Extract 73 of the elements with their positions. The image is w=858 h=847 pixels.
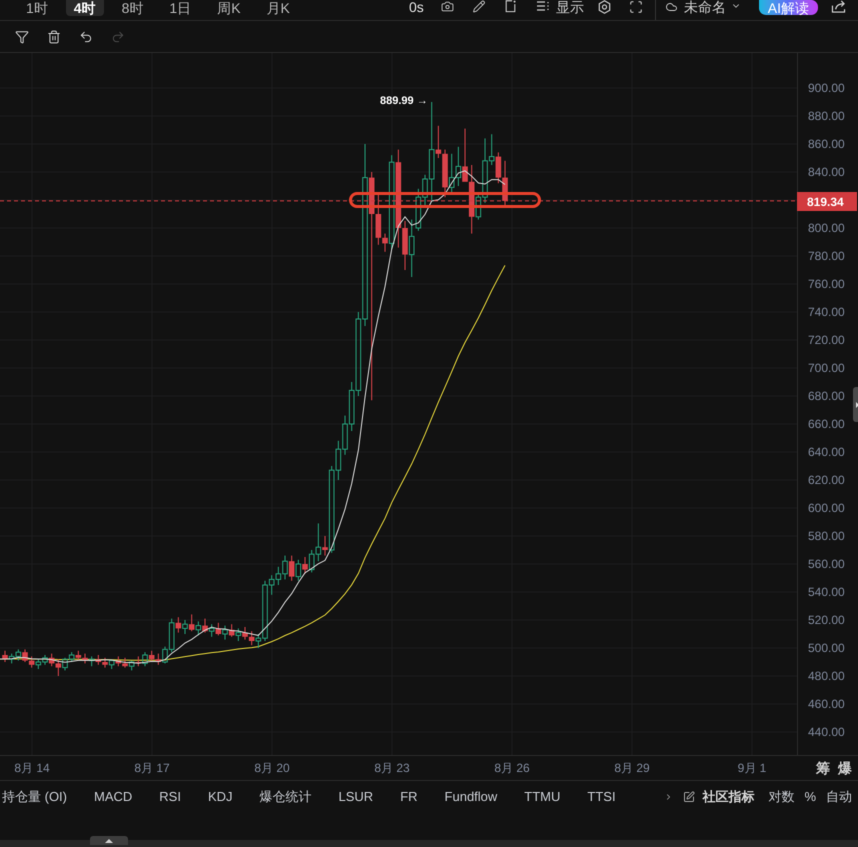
date-label: 8月 23 <box>374 761 410 775</box>
price-label: 740.00 <box>808 305 845 319</box>
interval-tab[interactable]: 4时 <box>66 0 104 16</box>
date-label: 9月 1 <box>738 761 766 775</box>
edit-icon[interactable] <box>683 790 696 802</box>
indicator-tab[interactable]: LSUR <box>338 789 374 804</box>
price-label: 600.00 <box>808 501 845 515</box>
scroll-handle[interactable] <box>90 836 128 845</box>
pencil-icon[interactable] <box>472 0 486 13</box>
layout-name-button[interactable]: 未命名 <box>664 0 741 14</box>
indicator-tab[interactable]: KDJ <box>208 789 233 804</box>
interval-tab[interactable]: 8时 <box>114 0 152 16</box>
price-label: 840.00 <box>808 165 845 179</box>
price-label: 460.00 <box>808 697 845 711</box>
interval-tab[interactable]: 月K <box>258 0 298 16</box>
date-label: 8月 29 <box>614 761 650 775</box>
high-price-label: 889.99 → <box>380 95 428 107</box>
price-label: 560.00 <box>808 557 845 571</box>
panel-toggle-handle[interactable] <box>853 387 858 422</box>
price-label: 880.00 <box>808 109 845 123</box>
settings-icon[interactable] <box>598 0 611 14</box>
side-tab[interactable]: 筹 <box>816 760 830 776</box>
indicator-tab[interactable]: RSI <box>159 789 181 804</box>
last-price-tag: 819.34 <box>797 192 857 211</box>
indicator-tab[interactable]: TTSI <box>587 789 616 804</box>
indicator-tab[interactable]: MACD <box>94 789 132 804</box>
interval-tab[interactable]: 1时 <box>18 0 56 16</box>
price-label: 760.00 <box>808 277 845 291</box>
countdown-text: 0s <box>408 0 424 14</box>
date-label: 8月 17 <box>134 761 170 775</box>
price-label: 780.00 <box>808 249 845 263</box>
date-label: 8月 20 <box>254 761 290 775</box>
price-label: 540.00 <box>808 585 845 599</box>
date-label: 8月 14 <box>14 761 50 775</box>
price-label: 900.00 <box>808 81 845 95</box>
price-label: 480.00 <box>808 669 845 683</box>
note-icon[interactable] <box>504 0 517 13</box>
side-tab[interactable]: 爆 <box>838 760 852 776</box>
price-label: 640.00 <box>808 445 845 459</box>
price-label: 700.00 <box>808 361 845 375</box>
indicator-tab[interactable]: TTMU <box>524 789 560 804</box>
filter-icon[interactable] <box>15 30 29 44</box>
trash-icon[interactable] <box>47 30 61 44</box>
fullscreen-icon[interactable] <box>628 0 643 14</box>
indicator-tab[interactable]: FR <box>400 789 418 804</box>
indicator-tab[interactable]: 持仓量 (OI) <box>2 789 67 804</box>
undo-icon[interactable] <box>79 30 93 44</box>
price-label: 860.00 <box>808 137 845 151</box>
interval-tab[interactable]: 1日 <box>161 0 200 16</box>
caret-up-icon <box>105 838 113 842</box>
price-label: 520.00 <box>808 613 845 627</box>
price-label: 800.00 <box>808 221 845 235</box>
price-label: 660.00 <box>808 417 845 431</box>
ai-button[interactable]: AI解读 <box>758 0 818 15</box>
price-label: 500.00 <box>808 641 845 655</box>
scale-option[interactable]: 自动 <box>826 789 852 804</box>
price-label: 440.00 <box>808 725 845 739</box>
display-button[interactable]: 显示 <box>536 0 584 14</box>
price-label: 720.00 <box>808 333 845 347</box>
scale-option[interactable]: % <box>804 789 816 804</box>
community-indicators-button[interactable]: 社区指标 <box>702 789 754 804</box>
indicator-tab[interactable]: Fundflow <box>444 789 498 804</box>
list-icon <box>536 1 549 11</box>
share-icon[interactable] <box>831 0 846 13</box>
price-label: 680.00 <box>808 389 845 403</box>
camera-icon[interactable] <box>440 0 455 13</box>
price-label: 580.00 <box>808 529 845 543</box>
scale-option[interactable]: 对数 <box>768 789 794 804</box>
interval-tab[interactable]: 周K <box>209 0 249 16</box>
price-label: 620.00 <box>808 473 845 487</box>
date-label: 8月 26 <box>494 761 530 775</box>
cloud-icon <box>664 1 679 13</box>
indicator-tab[interactable]: 爆仓统计 <box>260 789 312 804</box>
